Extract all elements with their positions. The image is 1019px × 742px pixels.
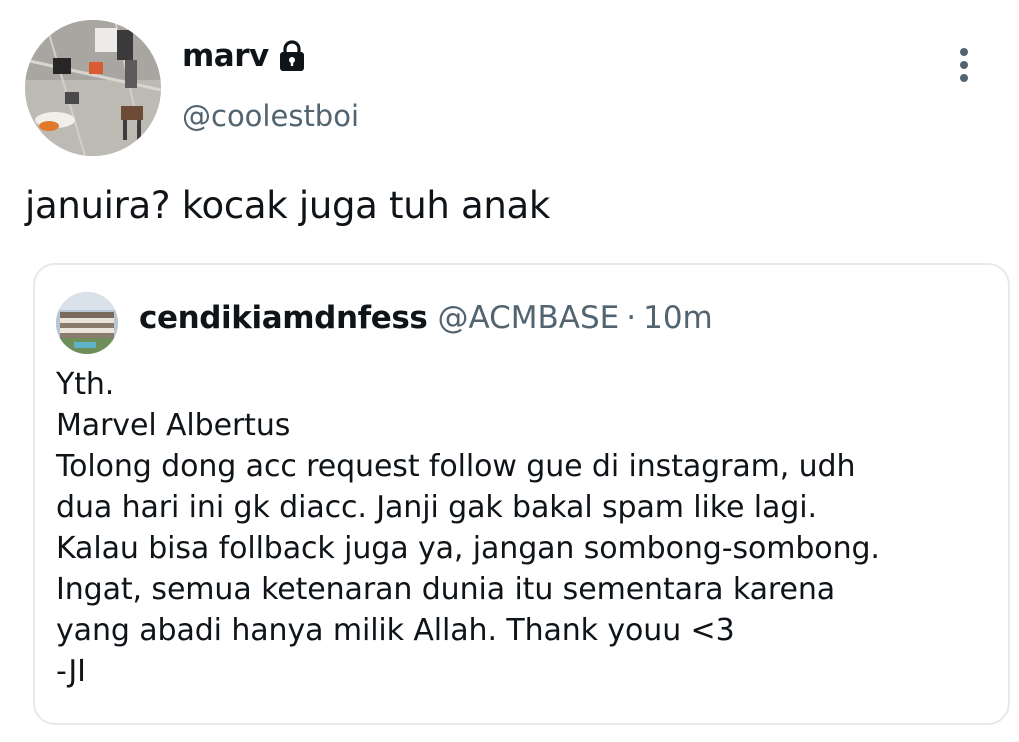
quote-line: Tolong dong acc request follow gue di in… <box>56 449 856 484</box>
quote-body: Yth. Marvel Albertus Tolong dong acc req… <box>56 364 996 692</box>
quote-line: yang abadi hanya milik Allah. Thank youu… <box>56 613 735 648</box>
quote-line: -JI <box>56 654 86 689</box>
quote-author-avatar[interactable] <box>56 292 118 354</box>
lock-icon <box>277 39 307 73</box>
author-display-name[interactable]: marv <box>182 36 307 76</box>
author-name-text: marv <box>182 38 269 74</box>
quote-line: Ingat, semua ketenaran dunia itu sementa… <box>56 572 836 607</box>
tweet-text: januira? kocak juga tuh anak <box>25 184 551 227</box>
quote-header: cendikiamdnfess @ACMBASE · 10m <box>139 298 713 338</box>
more-options-button[interactable] <box>948 44 980 88</box>
quote-separator: · <box>626 300 637 336</box>
quote-author-name[interactable]: cendikiamdnfess <box>139 300 428 336</box>
author-handle[interactable]: @coolestboi <box>182 96 359 136</box>
quote-line: Marvel Albertus <box>56 408 291 443</box>
more-vertical-icon <box>960 48 968 82</box>
quoted-tweet[interactable]: cendikiamdnfess @ACMBASE · 10m Yth. Marvel … <box>33 263 1010 725</box>
author-avatar[interactable] <box>25 20 161 156</box>
quote-line: dua hari ini gk diacc. Janji gak bakal s… <box>56 490 817 525</box>
quote-line: Kalau bisa follback juga ya, jangan somb… <box>56 531 880 566</box>
quote-author-handle[interactable]: @ACMBASE <box>437 300 619 336</box>
quote-timestamp[interactable]: 10m <box>643 300 713 336</box>
quote-line: Yth. <box>56 367 115 402</box>
